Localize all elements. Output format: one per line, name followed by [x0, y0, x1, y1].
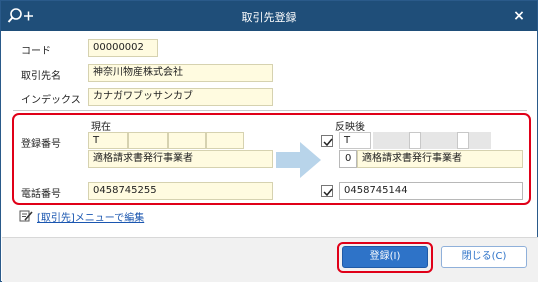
index-label: インデックス [21, 95, 81, 106]
reg-current-prefix-cell: T [88, 132, 128, 149]
reg-after-cell [373, 132, 409, 149]
reg-current-cell [168, 132, 206, 149]
partner-name-label: 取引先名 [21, 71, 61, 82]
checkmark-icon [323, 188, 333, 197]
reg-after-prefix-cell: T [339, 132, 371, 149]
title-bar: 取引先登録 × [1, 1, 537, 31]
close-icon[interactable]: × [511, 8, 527, 24]
phone-current-field: 0458745255 [88, 182, 273, 200]
partner-register-dialog: 取引先登録 × コード 00000002 取引先名 神奈川物産株式会社 インデッ… [0, 0, 538, 282]
index-field[interactable]: カナガワブッサンカブ [88, 88, 273, 106]
code-label: コード [21, 46, 51, 57]
section-divider [13, 110, 527, 111]
reg-after-cell [457, 132, 469, 149]
code-field[interactable]: 00000002 [88, 39, 158, 57]
reg-after-cell [409, 132, 421, 149]
current-header: 現在 [91, 122, 111, 133]
reg-current-cell [128, 132, 168, 149]
after-header: 反映後 [335, 122, 365, 133]
reg-after-status-field: 適格請求書発行事業者 [357, 150, 523, 168]
reg-current-status-field: 適格請求書発行事業者 [88, 150, 273, 168]
registration-number-label: 登録番号 [21, 139, 61, 150]
close-button[interactable]: 閉じる(C) [441, 246, 527, 268]
reg-after-checkbox[interactable] [321, 135, 333, 147]
edit-pencil-icon [19, 210, 33, 222]
reg-after-cell [469, 132, 491, 149]
reg-current-cell [206, 132, 244, 149]
partner-name-field[interactable]: 神奈川物産株式会社 [88, 64, 273, 82]
phone-after-field: 0458745144 [339, 182, 523, 200]
arrow-right-icon [276, 142, 321, 178]
reg-after-cell [421, 132, 457, 149]
checkmark-icon [323, 138, 333, 147]
reg-after-code-field: 0 [339, 150, 357, 168]
phone-after-checkbox[interactable] [321, 185, 333, 197]
edit-link-label[interactable]: [取引先]メニューで編集 [37, 209, 144, 224]
register-button[interactable]: 登録(I) [342, 246, 428, 268]
window-title: 取引先登録 [241, 11, 297, 24]
phone-label: 電話番号 [21, 189, 61, 200]
